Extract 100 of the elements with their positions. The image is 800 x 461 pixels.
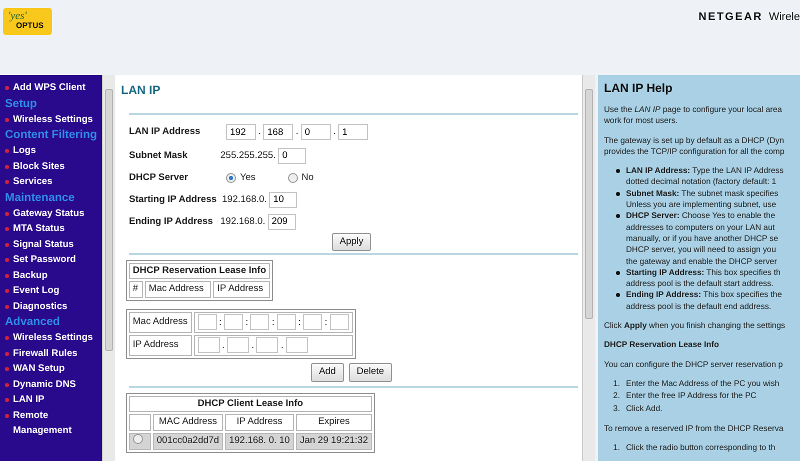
nav-link[interactable]: Diagnostics	[5, 298, 102, 314]
nav-link[interactable]: Gateway Status	[5, 206, 102, 221]
column-header: Mac Address	[144, 281, 212, 298]
help-text: DHCP Server: Choose Yes to enable the	[626, 210, 776, 222]
bullet-icon	[616, 293, 620, 298]
field-label: Mac Address	[128, 312, 192, 333]
option-label: Yes	[240, 170, 256, 185]
list-number: 1.	[613, 378, 620, 390]
scrollbar[interactable]	[102, 75, 115, 461]
help-text: Ending IP Address: This box specifies the	[626, 289, 782, 301]
logo-text: 'yes'	[8, 11, 28, 22]
section-heading: Content Filtering	[5, 128, 98, 143]
help-text: addresses to computers on your LAN aut	[626, 222, 776, 233]
radio-button[interactable]	[132, 434, 143, 444]
list-number: 2.	[613, 390, 620, 402]
list-number: 3.	[613, 402, 620, 415]
section-heading: Maintenance	[5, 190, 76, 206]
input-field[interactable]	[256, 337, 278, 354]
table-heading: DHCP Client Lease Info	[128, 396, 372, 412]
nav-link[interactable]: Set Password	[5, 252, 102, 268]
nav-link[interactable]: Block Sites	[5, 158, 102, 174]
page-title: LAN IP	[121, 82, 162, 99]
input-field[interactable]: 0	[278, 148, 306, 164]
input-field[interactable]: 10	[269, 192, 298, 208]
table-cell: 192.168. 0. 10	[225, 432, 294, 450]
separator-text: :	[245, 316, 248, 328]
input-field[interactable]: 168	[263, 124, 294, 140]
input-field[interactable]	[198, 314, 217, 330]
separator-text: .	[333, 125, 336, 140]
field-label: IP Address	[128, 334, 192, 356]
nav-link[interactable]: Logs	[5, 143, 102, 158]
scrollbar[interactable]	[582, 75, 595, 461]
action-button[interactable]: Add	[310, 363, 344, 382]
nav-link[interactable]: LAN IP	[5, 392, 102, 408]
help-text: Click Apply when you finish changing the settings	[604, 320, 786, 332]
input-field[interactable]: 1	[338, 124, 368, 140]
separator-text: .	[258, 125, 262, 140]
input-field[interactable]	[224, 314, 244, 330]
nav-link[interactable]: Wireless Settings	[5, 112, 102, 127]
nav-link[interactable]: Signal Status	[5, 236, 102, 252]
radio-button[interactable]	[226, 172, 236, 183]
column-header: IP Address	[213, 281, 270, 298]
separator-text: :	[219, 316, 222, 328]
bullet-icon	[616, 214, 620, 218]
table-cell: 001cc0a2dd7d	[152, 432, 224, 450]
nav-link[interactable]: Backup	[5, 268, 102, 283]
brand-title: NETGEAR Wirele	[698, 10, 800, 25]
help-text: Enter the free IP Address for the PC	[626, 390, 756, 402]
help-text: the gateway and enable the DHCP server	[626, 256, 778, 267]
field-text: 192.168.0.	[220, 214, 266, 229]
logo-text: OPTUS	[16, 22, 45, 30]
field-label: Subnet Mask	[129, 148, 189, 163]
nav-link[interactable]: Wireless Settings	[5, 330, 102, 346]
bullet-icon	[616, 192, 620, 196]
nav-link[interactable]: Dynamic DNS	[5, 376, 102, 392]
action-button[interactable]: Delete	[348, 363, 392, 382]
section-heading: Setup	[5, 96, 38, 112]
bullet-icon	[616, 169, 620, 174]
field-text: 192.168.0.	[222, 192, 267, 207]
nav-link[interactable]: Remote Management	[5, 408, 102, 438]
field-label: DHCP Server	[129, 170, 189, 185]
apply-button[interactable]: Apply	[332, 232, 372, 251]
help-text: The gateway is set up by default as a DHCP (Dyn	[604, 134, 786, 146]
help-text: Click the radio button corresponding to th	[626, 442, 776, 454]
radio-button[interactable]	[288, 172, 298, 183]
help-text: Starting IP Address: This box specifies th	[626, 266, 781, 278]
input-field[interactable]	[303, 314, 322, 330]
nav-link[interactable]: WAN Setup	[5, 361, 102, 376]
input-field[interactable]	[286, 337, 308, 354]
help-text: LAN IP Address: Type the LAN IP Address	[626, 165, 784, 176]
nav-link[interactable]: Event Log	[5, 283, 102, 298]
help-text: address pool is the default start address.	[626, 278, 774, 290]
input-field[interactable]: 0	[300, 124, 331, 140]
help-text: work for most users.	[604, 115, 679, 127]
field-label: LAN IP Address	[129, 125, 202, 140]
input-field[interactable]: 192	[226, 124, 256, 140]
section-heading: Advanced	[5, 315, 61, 330]
separator-text: :	[324, 316, 328, 328]
input-field[interactable]	[227, 337, 250, 354]
bullet-icon	[616, 270, 620, 275]
separator-text: .	[280, 340, 284, 351]
help-text: DHCP Reservation Lease Info	[604, 339, 720, 351]
help-text: Unless you are implementing subnet, use	[626, 199, 778, 210]
help-text: You can configure the DHCP server reservation p	[604, 358, 784, 370]
nav-link[interactable]: Services	[5, 174, 102, 190]
field-label: Starting IP Address	[129, 192, 217, 207]
table-cell: Jan 29 19:21:32	[296, 432, 372, 450]
column-header: MAC Address	[152, 414, 224, 431]
nav-link[interactable]: MTA Status	[5, 221, 102, 236]
help-text: DHCP server, you will need to assign you	[626, 244, 778, 256]
nav-link[interactable]: Add WPS Client	[5, 80, 102, 96]
option-label: No	[302, 170, 314, 185]
nav-link[interactable]: Firewall Rules	[5, 346, 102, 361]
help-text: To remove a reserved IP from the DHCP Reserva	[604, 422, 784, 434]
input-field[interactable]	[330, 314, 349, 330]
input-field[interactable]: 209	[268, 214, 296, 230]
input-field[interactable]	[250, 314, 270, 330]
help-text: dotted decimal notation (factory default: 1	[626, 176, 778, 188]
input-field[interactable]	[198, 337, 220, 354]
input-field[interactable]	[276, 314, 296, 330]
